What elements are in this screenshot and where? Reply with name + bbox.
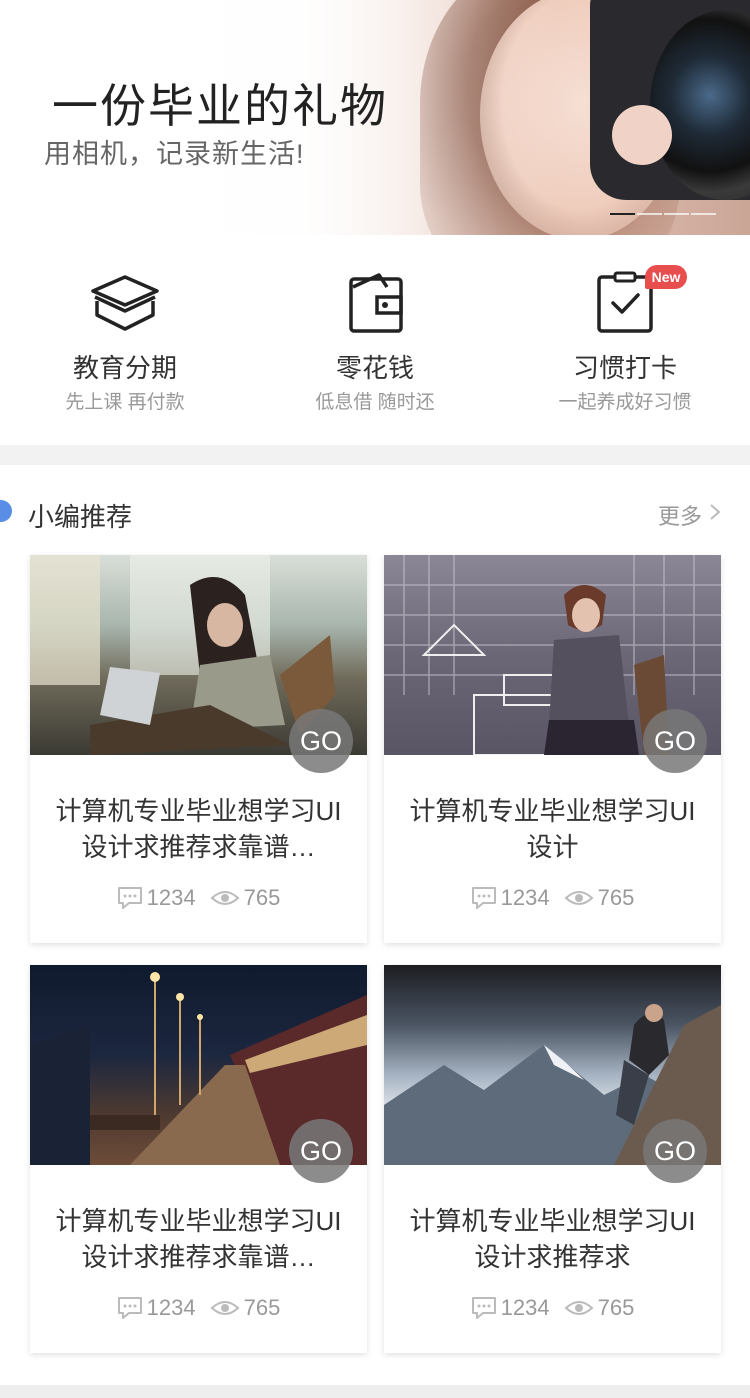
view-count: 765 bbox=[597, 1295, 635, 1320]
view-count: 765 bbox=[243, 885, 281, 910]
carousel-dot-2[interactable] bbox=[637, 213, 662, 215]
article-stats: 1234 765 bbox=[384, 1295, 721, 1321]
banner-subtitle: 用相机，记录新生活! bbox=[44, 139, 305, 169]
chevron-right-icon[interactable] bbox=[706, 503, 724, 521]
section-header: 小编推荐 更多 bbox=[0, 465, 750, 555]
service-subtitle: 一起养成好习惯 bbox=[558, 392, 692, 413]
service-entries: 教育分期 先上课 再付款 零花钱 低息借 随时还 New 习惯打卡 一起养成好习… bbox=[0, 235, 750, 445]
section-title: 小编推荐 bbox=[28, 502, 133, 532]
service-education-installment[interactable]: 教育分期 先上课 再付款 bbox=[0, 235, 250, 445]
comment-count: 1234 bbox=[500, 1295, 550, 1320]
comment-icon bbox=[471, 1297, 496, 1319]
carousel-dot-4[interactable] bbox=[691, 213, 716, 215]
bottom-divider bbox=[0, 1385, 750, 1398]
carousel-dot-3[interactable] bbox=[664, 213, 689, 215]
article-card[interactable]: GO 计算机专业毕业想学习UI设计求推荐求 1234 765 bbox=[384, 965, 721, 1353]
article-title: 计算机专业毕业想学习UI设计求推荐求 bbox=[409, 1206, 696, 1272]
comment-icon bbox=[117, 1297, 142, 1319]
hero-banner[interactable]: 一份毕业的礼物 用相机，记录新生活! bbox=[0, 0, 750, 235]
editor-recommend-section: 小编推荐 更多 GO 计算机专业毕业想学习UI设计求推荐求靠谱… 1234 76… bbox=[0, 465, 750, 1385]
article-stats: 1234 765 bbox=[30, 885, 367, 911]
article-card[interactable]: GO 计算机专业毕业想学习UI设计 1234 765 bbox=[384, 555, 721, 943]
eye-icon bbox=[210, 891, 240, 905]
go-button[interactable]: GO bbox=[289, 1119, 353, 1183]
article-stats: 1234 765 bbox=[30, 1295, 367, 1321]
view-count: 765 bbox=[597, 885, 635, 910]
eye-icon bbox=[564, 891, 594, 905]
article-title: 计算机专业毕业想学习UI设计 bbox=[409, 796, 696, 862]
view-count: 765 bbox=[243, 1295, 281, 1320]
article-stats: 1234 765 bbox=[384, 885, 721, 911]
service-name: 习惯打卡 bbox=[572, 353, 677, 383]
more-link[interactable]: 更多 bbox=[658, 499, 702, 531]
banner-title: 一份毕业的礼物 bbox=[52, 80, 388, 132]
go-button[interactable]: GO bbox=[643, 1119, 707, 1183]
service-name: 教育分期 bbox=[72, 353, 177, 383]
service-name: 零花钱 bbox=[335, 353, 414, 383]
carousel-dot-1[interactable] bbox=[610, 213, 635, 215]
article-title: 计算机专业毕业想学习UI设计求推荐求靠谱… bbox=[55, 796, 342, 862]
eye-icon bbox=[210, 1301, 240, 1315]
service-subtitle: 低息借 随时还 bbox=[315, 392, 435, 413]
article-card[interactable]: GO 计算机专业毕业想学习UI设计求推荐求靠谱… 1234 765 bbox=[30, 965, 367, 1353]
comment-count: 1234 bbox=[146, 1295, 196, 1320]
service-pocket-money[interactable]: 零花钱 低息借 随时还 bbox=[250, 235, 500, 445]
service-subtitle: 先上课 再付款 bbox=[65, 392, 185, 413]
comment-count: 1234 bbox=[146, 885, 196, 910]
graduation-cap-icon bbox=[91, 275, 159, 331]
new-badge: New bbox=[645, 265, 687, 289]
article-card[interactable]: GO 计算机专业毕业想学习UI设计求推荐求靠谱… 1234 765 bbox=[30, 555, 367, 943]
carousel-indicator bbox=[610, 213, 716, 215]
comment-count: 1234 bbox=[500, 885, 550, 910]
comment-icon bbox=[117, 887, 142, 909]
wallet-icon bbox=[349, 273, 403, 333]
go-button[interactable]: GO bbox=[643, 709, 707, 773]
service-habit-checkin[interactable]: New 习惯打卡 一起养成好习惯 bbox=[500, 235, 750, 445]
comment-icon bbox=[471, 887, 496, 909]
go-button[interactable]: GO bbox=[289, 709, 353, 773]
eye-icon bbox=[564, 1301, 594, 1315]
article-title: 计算机专业毕业想学习UI设计求推荐求靠谱… bbox=[55, 1206, 342, 1272]
section-accent-dot bbox=[0, 500, 12, 522]
